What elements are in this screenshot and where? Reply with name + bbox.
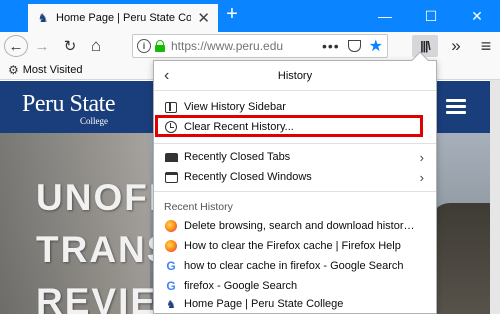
tab-title: Home Page | Peru State College [56,12,192,24]
home-button[interactable]: ⌂ [84,35,108,57]
recent-history-item[interactable]: G firefox - Google Search [154,276,436,296]
sidebar-icon [164,100,178,114]
info-icon[interactable]: i [137,39,151,53]
overflow-menu-button[interactable]: » [444,35,468,57]
page-actions-icon[interactable]: ••• [322,38,340,54]
peru-icon: ♞ [166,298,176,311]
window-icon [164,170,178,184]
firefox-icon [164,219,178,233]
highlight-box [155,115,423,137]
view-history-sidebar-item[interactable]: View History Sidebar [154,97,436,117]
recent-item-title: how to clear cache in firefox - Google S… [184,260,404,272]
google-icon: G [166,279,176,293]
close-tab-icon[interactable]: ✕ [197,11,210,26]
recent-item-title: firefox - Google Search [184,280,298,292]
recent-history-item[interactable]: G how to clear cache in firefox - Google… [154,256,436,276]
address-bar[interactable]: i https://www.peru.edu ••• ★ [132,34,388,58]
chevron-right-icon: › [419,169,424,185]
bookmark-star-icon[interactable]: ★ [369,36,383,56]
bookmark-label: Most Visited [22,64,83,76]
bookmark-most-visited[interactable]: ⚙ Most Visited [8,63,82,77]
app-menu-button[interactable]: ≡ [474,35,498,57]
tab-strip: ♞ Home Page | Peru State College ✕ + — ☐… [0,0,500,32]
reload-button[interactable]: ↻ [58,35,82,57]
panel-title: History [277,69,313,82]
forward-button[interactable]: → [30,35,54,57]
peru-favicon-icon: ♞ [37,11,49,25]
gear-icon: ⚙ [8,63,19,77]
logo-line1: Peru State [22,91,115,117]
recent-history-item[interactable]: Delete browsing, search and download his… [154,216,436,236]
logo-line2: College [80,116,108,126]
lock-icon [155,40,165,52]
separator [154,191,436,192]
recently-closed-tabs-item[interactable]: Recently Closed Tabs › [154,147,436,167]
pocket-icon[interactable] [347,40,361,52]
menu-item-label: View History Sidebar [184,101,286,113]
recent-item-title: Delete browsing, search and download his… [184,220,420,232]
minimize-button[interactable]: — [362,0,408,32]
panel-back-button[interactable]: ‹ [164,67,169,85]
new-tab-button[interactable]: + [221,4,243,26]
recent-history-item[interactable]: ♞ Home Page | Peru State College [154,294,436,314]
separator [154,143,436,144]
tab-icon [164,150,178,164]
close-window-button[interactable]: ✕ [454,0,500,32]
recent-item-title: How to clear the Firefox cache | Firefox… [184,240,401,252]
tab-home-page[interactable]: ♞ Home Page | Peru State College ✕ [28,2,218,32]
history-panel: ‹ History View History Sidebar Clear Rec… [153,51,437,314]
site-logo[interactable]: Peru State College [22,91,115,126]
google-icon: G [166,259,176,273]
history-panel-header: ‹ History [154,61,436,91]
menu-item-label: Recently Closed Windows [184,171,312,183]
url-text[interactable]: https://www.peru.edu [171,39,322,53]
chevron-right-icon: › [419,149,424,165]
back-button[interactable]: ← [4,35,28,57]
firefox-icon [164,239,178,253]
recent-history-item[interactable]: How to clear the Firefox cache | Firefox… [154,236,436,256]
maximize-button[interactable]: ☐ [408,0,454,32]
recent-history-label: Recent History [164,201,233,213]
recent-item-title: Home Page | Peru State College [184,298,344,310]
menu-item-label: Recently Closed Tabs [184,151,291,163]
recently-closed-windows-item[interactable]: Recently Closed Windows › [154,167,436,187]
site-menu-icon[interactable] [446,99,466,115]
page-scrollbar[interactable] [490,80,500,314]
